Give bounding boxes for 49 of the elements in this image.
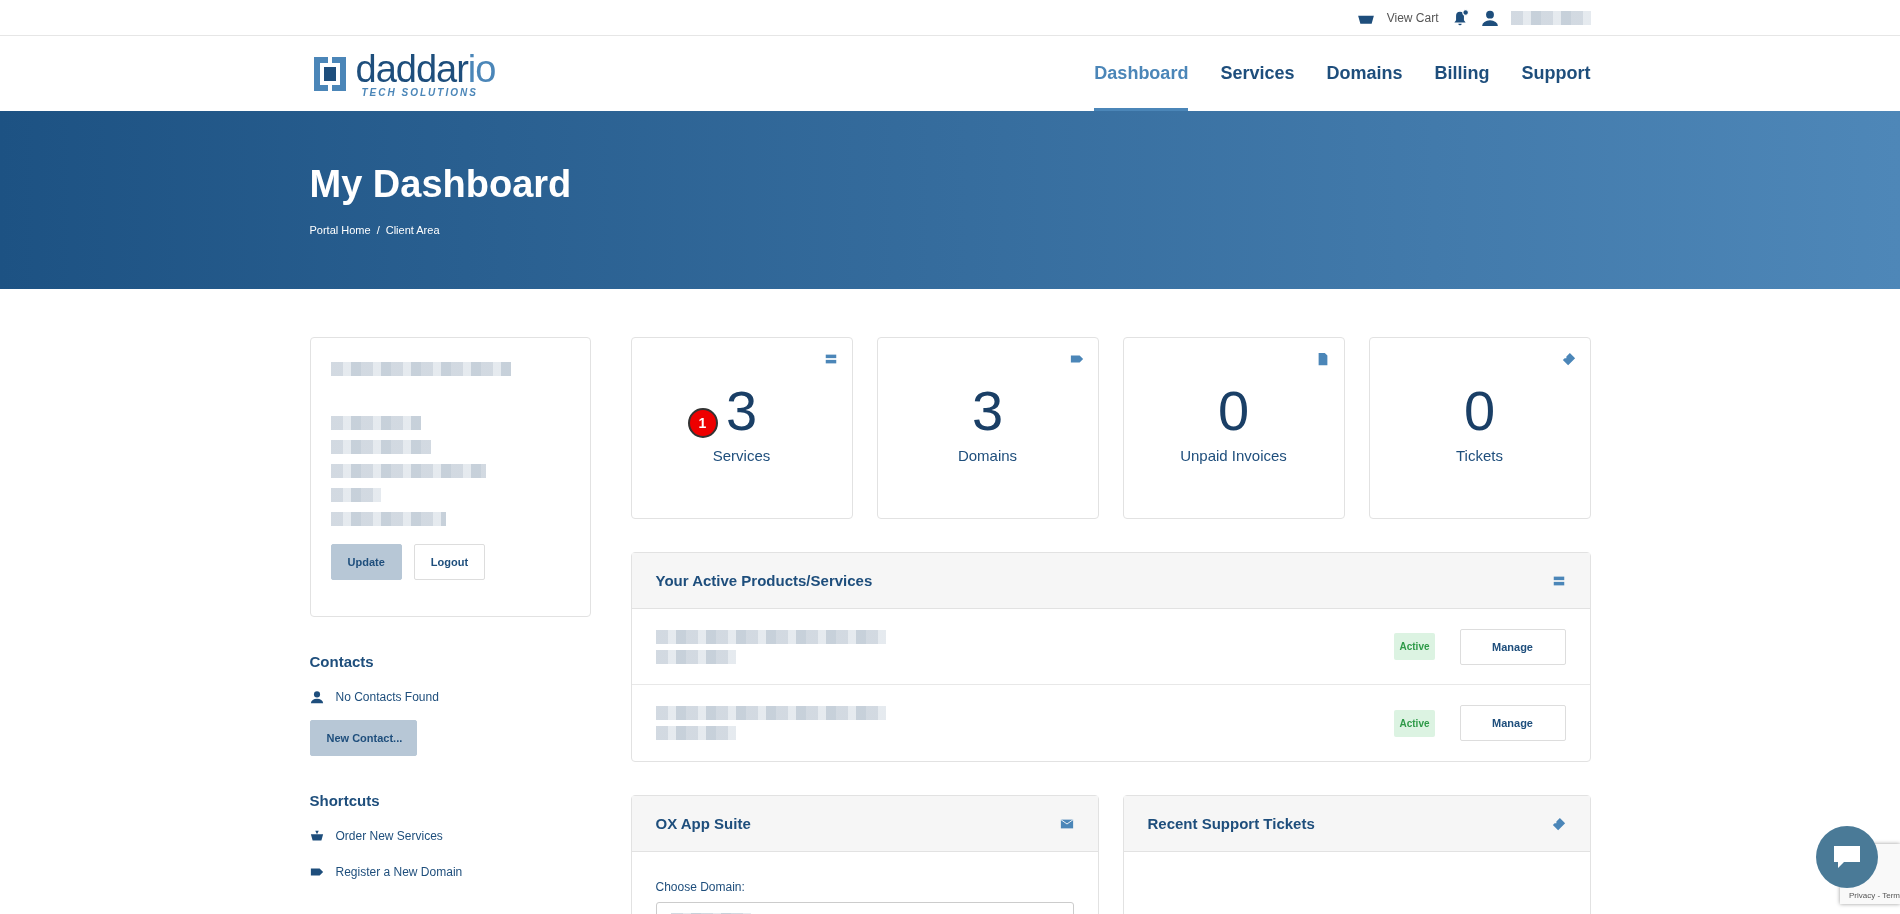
stat-card[interactable]: 3 Domains <box>876 337 1099 519</box>
ticket-icon <box>1561 352 1576 366</box>
manage-button[interactable]: Manage <box>1459 628 1566 665</box>
status-badge: Active <box>1394 709 1435 737</box>
section-title: Contacts <box>309 653 375 670</box>
stat-label: Tickets <box>1456 447 1503 464</box>
breadcrumb-separator: / <box>376 224 380 236</box>
user-icon <box>309 690 324 704</box>
logo-wordmark: daddario <box>355 49 496 88</box>
shortcut-link[interactable]: Order New Services <box>335 829 443 843</box>
panel-title: Your Active Products/Services <box>655 572 873 589</box>
field-label: Choose Domain: <box>655 880 746 894</box>
stat-card[interactable]: 0 Unpaid Invoices <box>1122 337 1345 519</box>
mail-icon <box>1059 816 1074 831</box>
panel-title: Recent Support Tickets <box>1147 815 1315 832</box>
stat-card[interactable]: 0 Tickets <box>1368 337 1591 519</box>
stat-value: 0 <box>1217 383 1250 439</box>
section-title: Shortcuts <box>309 792 381 809</box>
new-contact-button[interactable]: New Contact... <box>309 720 417 756</box>
nav-link[interactable]: Domains <box>1326 36 1403 111</box>
stat-label: Domains <box>957 447 1018 464</box>
nav-link[interactable]: Services <box>1220 36 1295 111</box>
logo-tagline: TECH SOLUTIONS <box>361 87 479 98</box>
nav-link[interactable]: Billing <box>1434 36 1490 111</box>
nav-link[interactable]: Support <box>1521 36 1591 111</box>
stat-label: Services <box>712 447 771 464</box>
marker-badge: 1 <box>687 408 718 438</box>
manage-button[interactable]: Manage <box>1459 705 1566 741</box>
empty-contacts-text: No Contacts Found <box>335 690 439 704</box>
stat-label: Unpaid Invoices <box>1180 447 1287 464</box>
stat-card[interactable]: 1 3 Services <box>630 337 853 519</box>
profile-button[interactable]: Logout <box>413 544 486 580</box>
recaptcha-text[interactable]: Privacy - Term <box>1849 891 1900 900</box>
view-cart-link[interactable]: View Cart <box>1386 11 1439 25</box>
page-title: My Dashboard <box>309 163 573 206</box>
basket-icon <box>309 829 324 843</box>
user-icon[interactable] <box>1480 9 1499 27</box>
stat-value: 0 <box>1463 383 1496 439</box>
server-icon <box>823 352 838 366</box>
profile-button[interactable]: Update <box>330 544 402 580</box>
chat-icon <box>1832 844 1862 870</box>
stat-value: 3 <box>971 383 1004 439</box>
ticket-icon <box>1551 816 1566 831</box>
stat-value: 3 <box>725 383 758 439</box>
breadcrumb-link[interactable]: Client Area <box>385 224 440 236</box>
panel-title: OX App Suite <box>655 815 751 832</box>
breadcrumb-link[interactable]: Portal Home <box>309 224 371 236</box>
status-badge: Active <box>1394 633 1435 660</box>
shortcut-link[interactable]: Register a New Domain <box>335 865 463 879</box>
